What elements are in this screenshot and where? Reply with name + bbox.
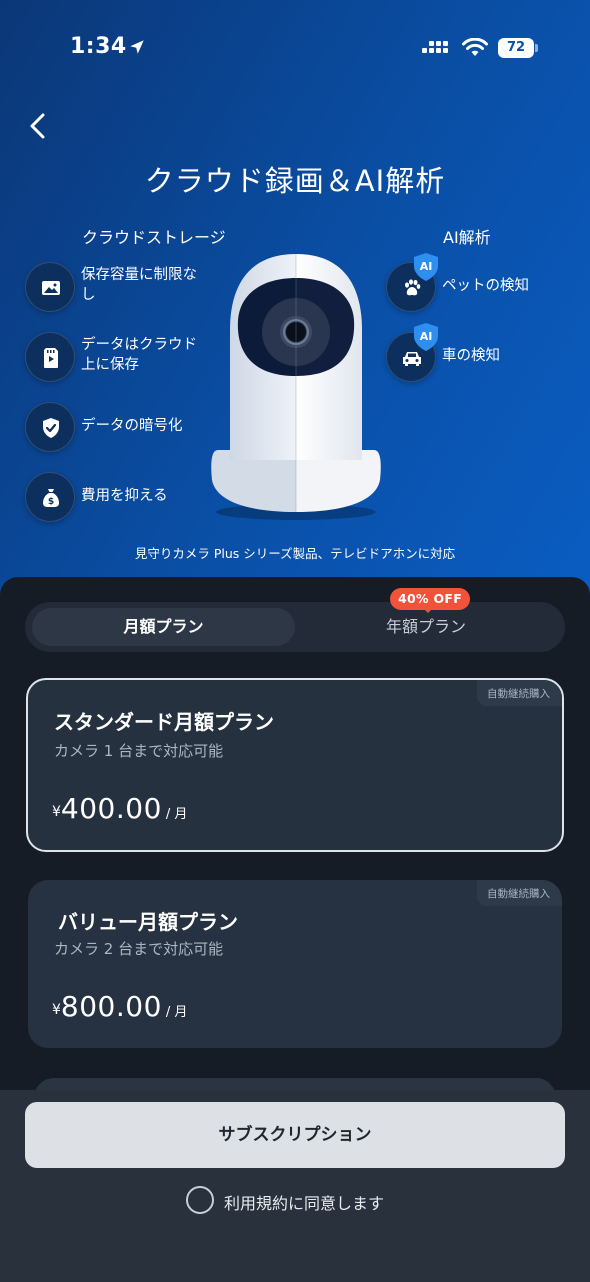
feature-label: 保存容量に制限なし xyxy=(81,267,197,303)
ai-section-title: AI解析 xyxy=(443,228,491,247)
cellular-signal-icon xyxy=(422,41,448,53)
feature-pet-detection: AI ペットの検知 xyxy=(386,253,566,316)
plan-name: スタンダード月額プラン xyxy=(54,710,274,734)
feature-icon-circle xyxy=(25,262,75,312)
feature-icon-circle: $ xyxy=(25,472,75,522)
terms-radio[interactable] xyxy=(186,1186,214,1214)
feature-label: データはクラウド上に保存 xyxy=(81,337,197,373)
auto-renew-tag: 自動継続購入 xyxy=(477,880,562,906)
price-unit: / 月 xyxy=(165,1005,188,1020)
discount-badge-tail xyxy=(423,608,433,613)
discount-badge: 40% OFF xyxy=(390,588,471,610)
page-title: クラウド録画＆AI解析 xyxy=(144,164,446,198)
battery-cap xyxy=(535,44,538,52)
svg-text:$: $ xyxy=(48,497,54,507)
wifi-icon xyxy=(462,38,488,56)
price-amount: 400.00 xyxy=(60,792,162,825)
terms-agree-label: 利用規約に同意します xyxy=(224,1194,385,1213)
battery-level: 72 xyxy=(498,38,534,58)
image-icon xyxy=(42,281,60,295)
plan-description: カメラ 2 台まで対応可能 xyxy=(54,940,224,958)
compatibility-note: 見守りカメラ Plus シリーズ製品、テレビドアホンに対応 xyxy=(134,546,456,561)
subscribe-button[interactable]: サブスクリプション xyxy=(25,1102,565,1168)
feature-car-detection: AI 車の検知 xyxy=(386,323,566,386)
plan-name: バリュー月額プラン xyxy=(58,910,238,934)
currency-symbol: ¥ xyxy=(52,804,61,820)
plan-price: ¥800.00/ 月 xyxy=(52,990,187,1023)
feature-unlimited-storage: 保存容量に制限なし xyxy=(25,262,215,316)
plan-description: カメラ 1 台まで対応可能 xyxy=(54,742,224,760)
feature-label: データの暗号化 xyxy=(81,418,183,434)
svg-text:AI: AI xyxy=(420,260,433,273)
plan-price: ¥400.00/ 月 xyxy=(52,792,187,825)
feature-encryption: データの暗号化 xyxy=(25,402,215,456)
feature-icon-circle xyxy=(25,332,75,382)
feature-cloud-save: データはクラウド上に保存 xyxy=(25,332,215,386)
location-arrow-icon xyxy=(130,40,144,54)
ai-shield-badge-icon: AI xyxy=(414,323,438,351)
feature-low-cost: $ 費用を抑える xyxy=(25,472,215,526)
battery-indicator: 72 xyxy=(498,38,538,58)
feature-label: 車の検知 xyxy=(442,348,500,364)
storage-section-title: クラウドストレージ xyxy=(82,228,226,247)
chevron-left-icon xyxy=(30,113,45,139)
sd-card-icon xyxy=(44,348,58,368)
back-button[interactable] xyxy=(22,108,56,144)
feature-icon-circle xyxy=(25,402,75,452)
feature-label: ペットの検知 xyxy=(442,278,529,294)
currency-symbol: ¥ xyxy=(52,1002,61,1018)
svg-text:AI: AI xyxy=(420,330,433,343)
status-bar: 1:34 72 xyxy=(0,30,590,66)
ai-shield-badge-icon: AI xyxy=(414,253,438,281)
price-amount: 800.00 xyxy=(60,990,162,1023)
camera-illustration xyxy=(211,254,381,520)
feature-label: 費用を抑える xyxy=(81,488,168,504)
tab-yearly-plan[interactable]: 年額プラン xyxy=(297,608,555,646)
auto-renew-tag: 自動継続購入 xyxy=(477,680,562,706)
status-time: 1:34 xyxy=(70,34,127,59)
tab-monthly-plan[interactable]: 月額プラン xyxy=(32,608,295,646)
plan-card-standard[interactable]: 自動継続購入 スタンダード月額プラン カメラ 1 台まで対応可能 ¥400.00… xyxy=(26,678,564,852)
plan-card-value[interactable]: 自動継続購入 バリュー月額プラン カメラ 2 台まで対応可能 ¥800.00/ … xyxy=(28,880,562,1048)
price-unit: / 月 xyxy=(165,807,188,822)
shield-check-icon xyxy=(43,418,59,438)
money-bag-icon: $ xyxy=(43,489,59,507)
